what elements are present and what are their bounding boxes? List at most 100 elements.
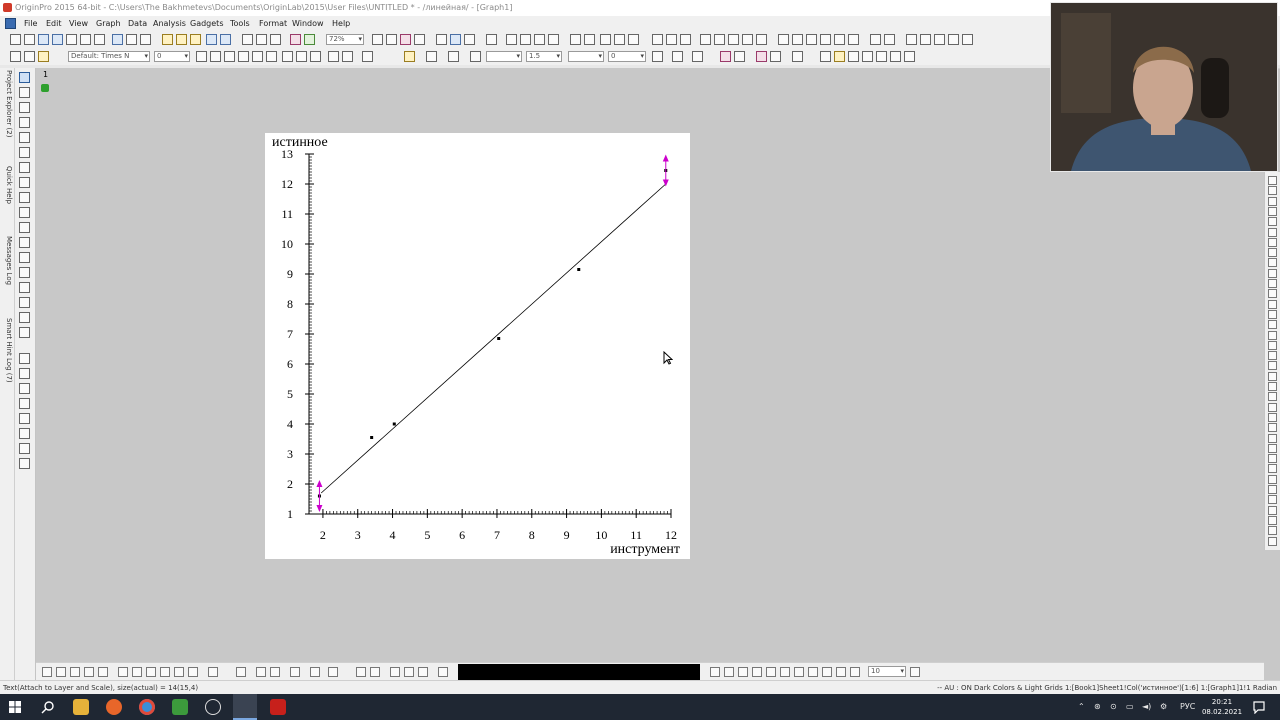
new-workbook-icon[interactable] (38, 34, 49, 45)
swap-axis-icon[interactable] (756, 51, 767, 62)
right-dock-tool-icon[interactable] (1268, 196, 1277, 206)
right-dock-tool-icon[interactable] (1268, 474, 1277, 484)
regression-icon[interactable] (652, 34, 663, 45)
right-dock-tool-icon[interactable] (1268, 206, 1277, 216)
line-tool-icon[interactable] (19, 237, 30, 248)
annotation-icon[interactable] (19, 312, 30, 323)
app-green-icon[interactable] (172, 699, 188, 715)
search-icon[interactable] (41, 700, 55, 714)
right-dock-tool-icon[interactable] (1268, 268, 1277, 278)
data-points[interactable] (317, 169, 668, 498)
menu-graph[interactable]: Graph (96, 19, 121, 28)
bar-plot-icon[interactable] (98, 667, 108, 677)
center-icon[interactable] (342, 51, 353, 62)
menu-data[interactable]: Data (128, 19, 147, 28)
gradient-icon[interactable] (672, 51, 683, 62)
contour-icon[interactable] (290, 667, 300, 677)
ellipse-tool-icon[interactable] (19, 368, 30, 379)
toolbar-options-icon[interactable] (962, 34, 973, 45)
draw-data-icon[interactable] (19, 177, 30, 188)
chrome-icon[interactable] (139, 699, 155, 715)
group-icon[interactable] (24, 51, 35, 62)
right-dock-tool-icon[interactable] (1268, 505, 1277, 515)
set-subject-icon[interactable] (884, 34, 895, 45)
scatter-plot-icon[interactable] (56, 667, 66, 677)
data-selector-icon[interactable] (19, 147, 30, 158)
fill-color-icon[interactable] (404, 51, 415, 62)
tab-project-explorer[interactable]: Project Explorer (2) (1, 70, 13, 137)
supersub-icon[interactable] (266, 51, 277, 62)
right-dock-tool-icon[interactable] (1268, 423, 1277, 433)
graph-window-icon[interactable] (5, 18, 16, 29)
pointer-icon[interactable] (19, 72, 30, 83)
open-template-icon[interactable] (140, 34, 151, 45)
sort-icon[interactable] (548, 34, 559, 45)
scatter-plot[interactable]: 12345678910111213 2 3 4 5 6 7 8 9 10 11 12 истинно… (265, 133, 690, 559)
rectangle-tool-icon[interactable] (19, 252, 30, 263)
insert-graph-icon[interactable] (19, 282, 30, 293)
right-dock-tool-icon[interactable] (1268, 289, 1277, 299)
next-icon[interactable] (934, 34, 945, 45)
column-stats-icon[interactable] (584, 34, 595, 45)
acrobat-icon[interactable] (270, 699, 286, 715)
first-icon[interactable] (906, 34, 917, 45)
freehand-tool-icon[interactable] (19, 398, 30, 409)
firefox-icon[interactable] (106, 699, 122, 715)
object-edit-icon[interactable] (820, 51, 831, 62)
right-dock-tool-icon[interactable] (1268, 495, 1277, 505)
clock[interactable]: 20:21 08.02.2021 (1200, 697, 1244, 717)
selection-handles[interactable] (316, 154, 669, 513)
right-dock-tool-icon[interactable] (1268, 309, 1277, 319)
right-dock-tool-icon[interactable] (1268, 536, 1277, 546)
layer-indicator[interactable]: 1 (43, 70, 48, 79)
data-point[interactable] (370, 436, 374, 439)
file-explorer-icon[interactable] (73, 699, 89, 715)
new-function-icon[interactable] (80, 34, 91, 45)
new-folder-icon[interactable] (24, 34, 35, 45)
y-axis-label[interactable]: истинное (272, 135, 328, 150)
line-style-icon[interactable] (470, 51, 481, 62)
regional-mask-icon[interactable] (19, 192, 30, 203)
line-width-select[interactable]: 1.5 (526, 51, 562, 62)
volume-icon[interactable]: ◄) (1142, 702, 1151, 711)
fill-pattern-icon[interactable] (652, 51, 663, 62)
tab-quick-help[interactable]: Quick Help (1, 166, 13, 204)
new-layer-icon[interactable] (792, 51, 803, 62)
results-log-icon[interactable] (414, 34, 425, 45)
new-excel-icon[interactable] (112, 34, 123, 45)
bring-front-icon[interactable] (834, 51, 845, 62)
last-icon[interactable] (948, 34, 959, 45)
region-tool-icon[interactable] (19, 383, 30, 394)
right-dock-tool-icon[interactable] (1268, 186, 1277, 196)
matrix-plot-icon[interactable] (356, 667, 366, 677)
add-sheet-icon[interactable] (520, 34, 531, 45)
right-dock-tool-icon[interactable] (1268, 299, 1277, 309)
rotate-z-icon[interactable] (738, 667, 748, 677)
right-dock-tool-icon[interactable] (1268, 351, 1277, 361)
menu-analysis[interactable]: Analysis (153, 19, 186, 28)
nonlinear-fit-icon[interactable] (680, 34, 691, 45)
pattern-icon[interactable] (426, 51, 437, 62)
right-dock-tool-icon[interactable] (1268, 382, 1277, 391)
italic-icon[interactable] (210, 51, 221, 62)
left-justify-icon[interactable] (328, 51, 339, 62)
rotation-step-select[interactable]: 10 (868, 666, 906, 677)
right-dock-tool-icon[interactable] (1268, 227, 1277, 237)
statistics-icon[interactable] (570, 34, 581, 45)
move-3d-icon[interactable] (836, 667, 846, 677)
tray-chevron-icon[interactable]: ⌃ (1078, 702, 1085, 711)
set-error-icon[interactable] (834, 34, 845, 45)
handle-up-arrow[interactable] (316, 480, 323, 487)
filter-clear-icon[interactable] (728, 34, 739, 45)
right-dock-tool-icon[interactable] (1268, 258, 1277, 268)
3d-surface-icon[interactable] (236, 667, 246, 677)
screen-reader-icon[interactable] (19, 117, 30, 128)
menu-format[interactable]: Format (259, 19, 287, 28)
linear-fit-line[interactable] (320, 183, 667, 494)
right-dock-tool-icon[interactable] (1268, 485, 1277, 494)
fit-frame-icon[interactable] (808, 667, 818, 677)
insert-movie-icon[interactable] (19, 458, 30, 469)
set-x-icon[interactable] (778, 34, 789, 45)
command-window-icon[interactable] (450, 34, 461, 45)
smith-chart-icon[interactable] (404, 667, 414, 677)
